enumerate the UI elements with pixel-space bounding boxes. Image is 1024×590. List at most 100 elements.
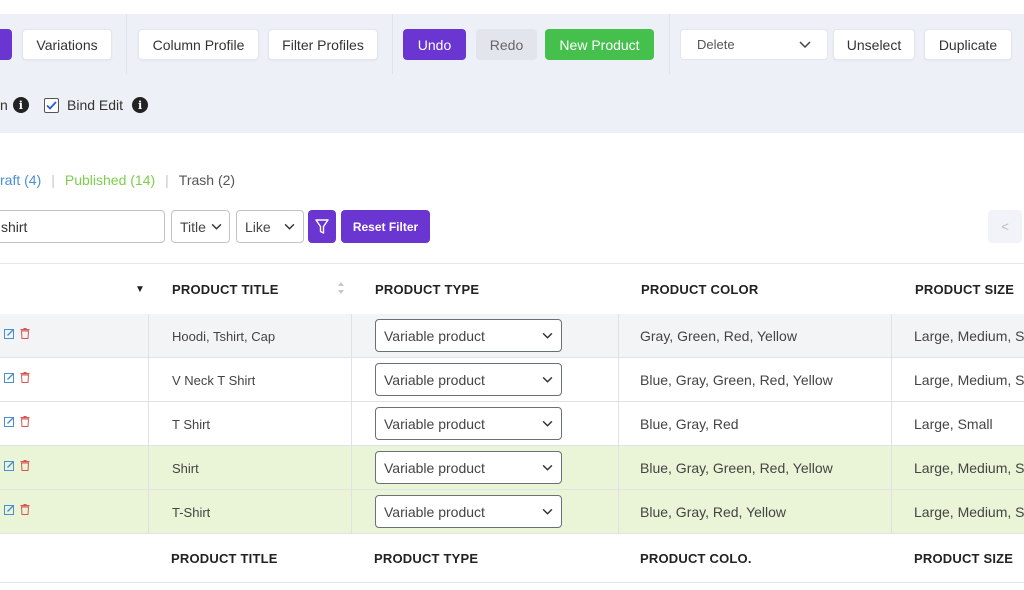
column-divider [351,446,352,490]
chevron-down-icon [542,332,553,339]
bind-edit-option[interactable]: Bind Edit i [44,94,149,116]
header-product-title[interactable]: PRODUCT TITLE [172,264,279,314]
info-icon[interactable]: i [132,97,149,113]
product-type-select[interactable]: Variable product [375,407,562,440]
bind-edit-checkbox[interactable] [44,97,59,113]
chevron-down-icon [542,464,553,471]
trash-icon[interactable] [20,460,30,471]
product-size-cell[interactable]: Large, Medium, Sm [914,314,1024,358]
column-divider [148,358,149,402]
column-divider [148,314,149,358]
column-divider [618,314,619,358]
edit-icon[interactable] [4,460,15,471]
filter-field-select[interactable]: Title [171,210,230,243]
product-type-value: Variable product [384,415,485,432]
chevron-down-icon [542,376,553,383]
edit-icon[interactable] [4,504,15,515]
status-link-published[interactable]: Published (14) [65,172,155,188]
search-input-value: shirt [1,218,28,235]
bulk-action-select[interactable]: Delete [680,29,828,60]
product-type-value: Variable product [384,459,485,476]
edit-icon[interactable] [4,416,15,427]
product-title-cell[interactable]: V Neck T Shirt [172,358,255,402]
table-row[interactable]: T Shirt Variable product Blue, Gray, Red… [0,402,1024,446]
table-row[interactable]: Hoodi, Tshirt, Cap Variable product Gray… [0,314,1024,358]
product-type-select[interactable]: Variable product [375,451,562,484]
status-link-draft[interactable]: raft (4) [0,172,41,188]
status-separator: | [165,172,169,188]
filter-operator-select[interactable]: Like [236,210,304,243]
product-title-cell[interactable]: Hoodi, Tshirt, Cap [172,314,275,358]
product-color-cell[interactable]: Gray, Green, Red, Yellow [640,314,797,358]
column-profile-button[interactable]: Column Profile [138,29,259,60]
status-link-trash[interactable]: Trash (2) [179,172,235,188]
new-product-button[interactable]: New Product [545,29,654,60]
product-color-cell[interactable]: Blue, Gray, Green, Red, Yellow [640,446,833,490]
sort-icon[interactable] [337,281,345,295]
table-row[interactable]: Shirt Variable product Blue, Gray, Green… [0,446,1024,490]
undo-button[interactable]: Undo [403,29,466,60]
column-divider [618,402,619,446]
chevron-down-icon [284,223,295,230]
filter-operator-value: Like [245,218,271,235]
footer-product-size: PRODUCT SIZE [914,550,1014,566]
table-row[interactable]: V Neck T Shirt Variable product Blue, Gr… [0,358,1024,402]
row-actions [4,416,30,427]
product-type-select[interactable]: Variable product [375,495,562,528]
column-divider [618,446,619,490]
toolbar-divider [392,14,393,74]
trash-icon[interactable] [20,416,30,427]
reset-filter-button[interactable]: Reset Filter [341,210,430,243]
checkmark-icon [46,100,57,110]
product-size-cell[interactable]: Large, Small [914,402,1024,446]
header-product-size[interactable]: PRODUCT SIZE [915,264,1014,314]
trash-icon[interactable] [20,328,30,339]
product-size-cell[interactable]: Large, Medium, Sm [914,358,1024,402]
product-color-cell[interactable]: Blue, Gray, Green, Red, Yellow [640,358,833,402]
header-product-color[interactable]: PRODUCT COLOR [641,264,758,314]
redo-button[interactable]: Redo [476,29,537,60]
product-size-cell[interactable]: Large, Medium, Sm [914,490,1024,534]
option-partial: n i [0,94,29,116]
product-title-cell[interactable]: T-Shirt [172,490,210,534]
toolbar-divider [126,14,127,74]
header-product-type[interactable]: PRODUCT TYPE [375,264,479,314]
row-actions [4,504,30,515]
apply-filter-button[interactable] [308,210,336,243]
column-divider [351,358,352,402]
column-divider [618,490,619,534]
edit-icon[interactable] [4,328,15,339]
table-header: ▼ PRODUCT TITLE PRODUCT TYPE PRODUCT COL… [0,263,1024,315]
column-divider [148,402,149,446]
column-divider [618,358,619,402]
search-input[interactable]: shirt [0,210,165,243]
sort-dropdown-indicator[interactable]: ▼ [135,264,145,314]
column-divider [891,446,892,490]
variations-button[interactable]: Variations [22,29,112,60]
cut-off-purple-button[interactable] [0,29,12,60]
trash-icon[interactable] [20,372,30,383]
filter-profiles-button[interactable]: Filter Profiles [268,29,378,60]
product-size-cell[interactable]: Large, Medium, Sm [914,446,1024,490]
product-type-select[interactable]: Variable product [375,363,562,396]
product-title-cell[interactable]: Shirt [172,446,199,490]
duplicate-button[interactable]: Duplicate [924,29,1012,60]
product-title-cell[interactable]: T Shirt [172,402,210,446]
column-divider [148,446,149,490]
footer-product-type: PRODUCT TYPE [374,550,479,566]
toolbar: Variations Column Profile Filter Profile… [0,0,1024,133]
product-type-value: Variable product [384,327,485,344]
info-icon[interactable]: i [12,97,29,113]
unselect-button[interactable]: Unselect [833,29,915,60]
table-row[interactable]: T-Shirt Variable product Blue, Gray, Red… [0,490,1024,534]
product-type-select[interactable]: Variable product [375,319,562,352]
product-color-cell[interactable]: Blue, Gray, Red, Yellow [640,490,786,534]
pager-prev-button[interactable]: < [988,210,1022,243]
table-footer: PRODUCT TITLE PRODUCT TYPE PRODUCT COLO.… [0,534,1024,583]
edit-icon[interactable] [4,372,15,383]
chevron-down-icon [542,508,553,515]
trash-icon[interactable] [20,504,30,515]
column-divider [891,358,892,402]
toolbar-divider [669,14,670,74]
product-color-cell[interactable]: Blue, Gray, Red [640,402,739,446]
